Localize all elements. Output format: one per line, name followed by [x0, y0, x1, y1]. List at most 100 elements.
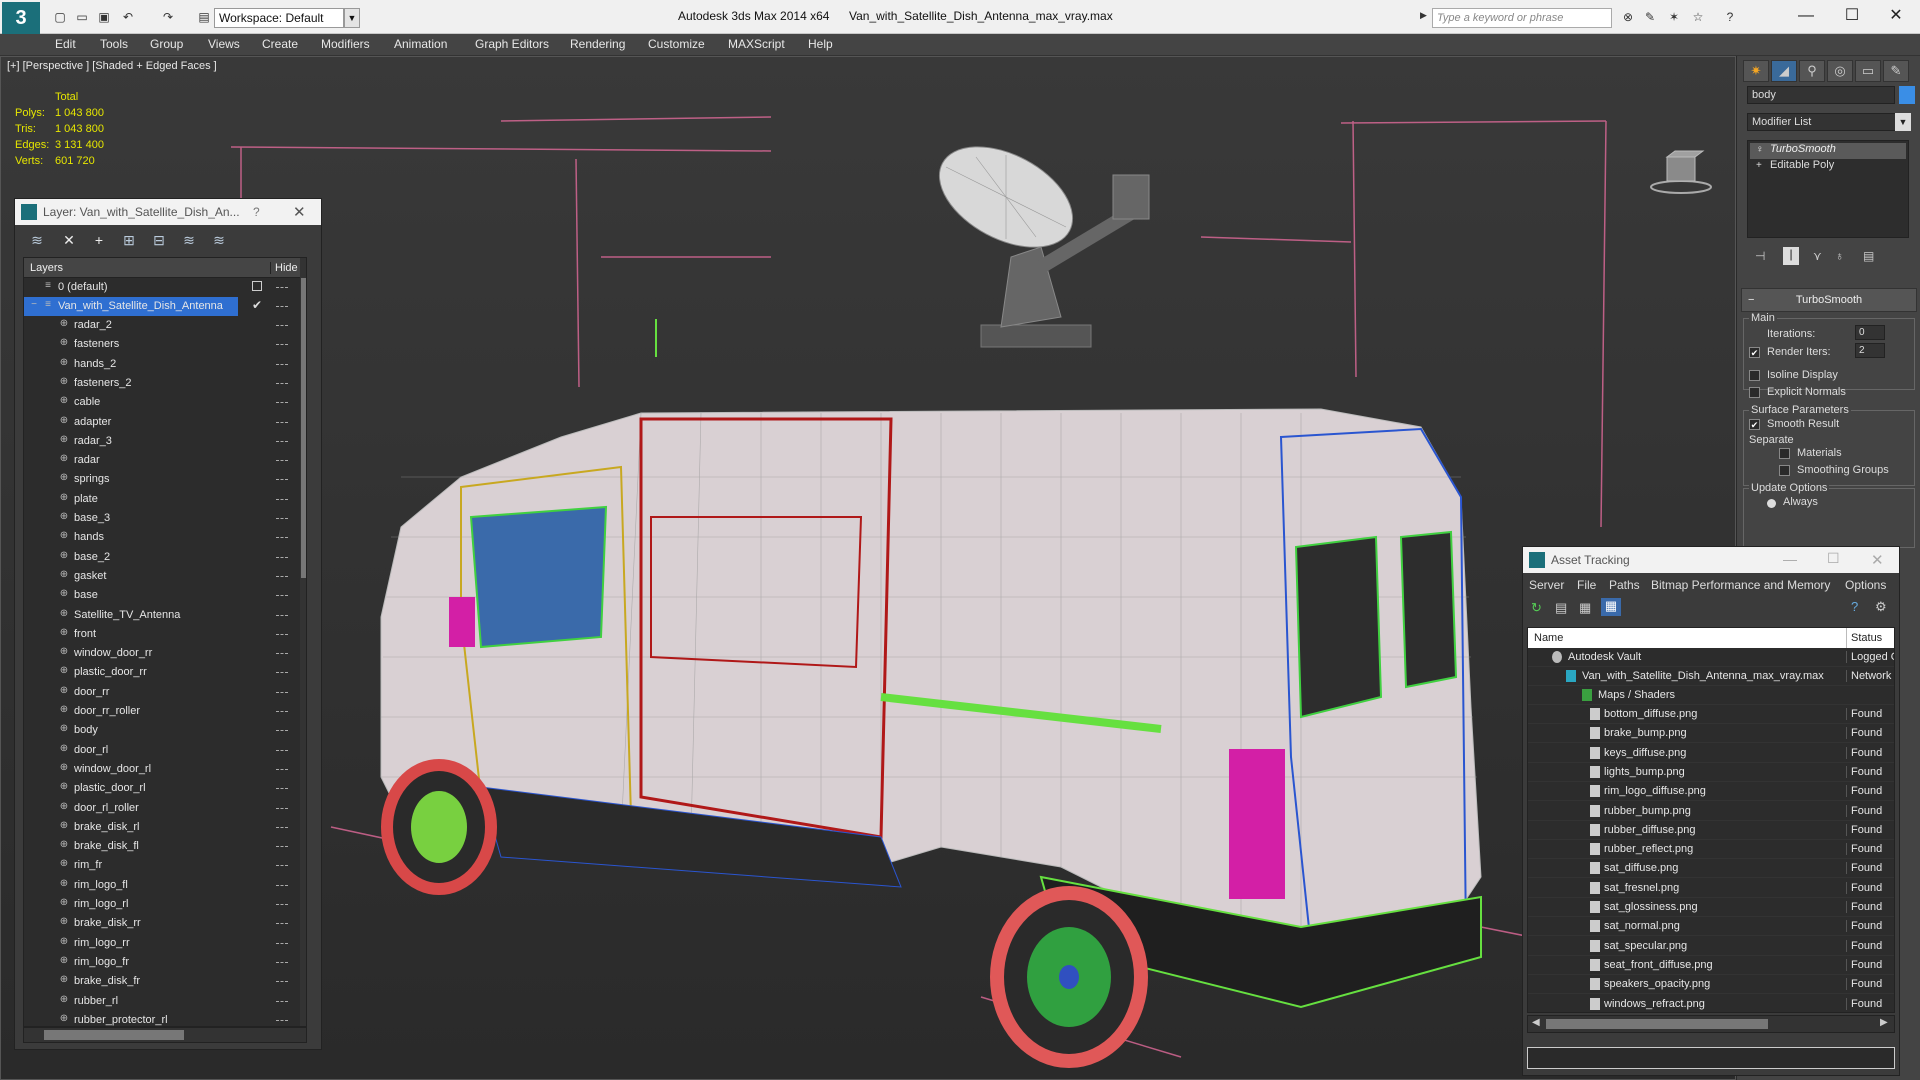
asset-menu-file[interactable]: File [1577, 578, 1596, 592]
scroll-left-icon[interactable]: ◀ [1532, 1017, 1540, 1028]
layer-object-row[interactable]: ⊕ door_rl_roller [24, 799, 294, 818]
close-icon[interactable]: ✕ [1871, 551, 1884, 569]
hide-toggle[interactable] [276, 306, 288, 307]
chevron-down-icon[interactable]: ▼ [1895, 113, 1911, 131]
undo-icon[interactable]: ↶ [120, 9, 136, 25]
hide-toggle[interactable] [276, 287, 288, 288]
hide-toggle[interactable] [276, 711, 288, 712]
iterations-spinner[interactable]: 0 [1855, 325, 1885, 340]
hide-toggle[interactable] [276, 942, 288, 944]
favorites-star-icon[interactable]: ☆ [1690, 9, 1706, 25]
layer-object-row[interactable]: ⊕ hands [24, 528, 294, 547]
hide-toggle[interactable] [276, 633, 288, 635]
menu-edit[interactable]: Edit [55, 37, 76, 51]
hide-toggle[interactable] [276, 402, 288, 404]
layer-object-row[interactable]: ⊕ window_door_rr [24, 644, 294, 663]
table-view-icon[interactable]: ▦ [1601, 598, 1621, 616]
highlight-layer-icon[interactable]: ⊟ [149, 230, 169, 250]
collapse-icon[interactable]: − [28, 299, 40, 311]
open-file-icon[interactable]: ▭ [74, 9, 90, 25]
settings-icon[interactable]: ⚙ [1875, 599, 1887, 615]
layer-list[interactable]: Layers Hide ≡ 0 (default) − ≡ Van_with_S… [23, 257, 307, 1027]
make-unique-icon[interactable]: ⋎ [1813, 249, 1822, 263]
menu-create[interactable]: Create [262, 37, 298, 51]
asset-row-maps[interactable]: Maps / Shaders [1528, 686, 1894, 705]
layer-object-row[interactable]: ⊕ fasteners_2 [24, 374, 294, 393]
stack-item-editable-poly[interactable]: + Editable Poly [1750, 159, 1906, 175]
layer-object-row[interactable]: ⊕ brake_disk_rr [24, 914, 294, 933]
refresh-icon[interactable]: ↻ [1531, 600, 1542, 616]
hide-toggle[interactable] [276, 961, 288, 963]
hide-toggle[interactable] [276, 923, 288, 925]
layer-object-row[interactable]: ⊕ rubber_rl [24, 992, 294, 1011]
asset-map-row[interactable]: bottom_diffuse.png Found [1528, 705, 1894, 724]
hide-toggle[interactable] [276, 440, 288, 442]
hide-toggle[interactable] [276, 1000, 288, 1002]
asset-map-row[interactable]: sat_normal.png Found [1528, 917, 1894, 937]
remove-modifier-icon[interactable]: ♁ [1835, 249, 1844, 263]
horizontal-scrollbar[interactable] [23, 1027, 307, 1043]
checkmark-icon[interactable]: ✔ [252, 298, 262, 312]
layer-object-row[interactable]: ⊕ door_rl [24, 741, 294, 760]
hide-toggle[interactable] [276, 653, 288, 655]
modify-tab-icon[interactable]: ◢ [1771, 60, 1797, 82]
expand-icon[interactable]: + [1756, 160, 1762, 171]
menu-help[interactable]: Help [808, 37, 833, 51]
layer-object-row[interactable]: ⊕ body [24, 721, 294, 740]
hide-toggle[interactable] [276, 749, 288, 751]
layer-object-row[interactable]: ⊕ rim_logo_rl [24, 895, 294, 914]
column-status[interactable]: Status [1846, 628, 1882, 648]
hide-all-layers-icon[interactable]: ≋ [179, 230, 199, 250]
maximize-icon[interactable]: ☐ [1832, 4, 1872, 28]
asset-row-file[interactable]: Van_with_Satellite_Dish_Antenna_max_vray… [1528, 667, 1894, 686]
menu-tools[interactable]: Tools [100, 37, 128, 51]
hide-toggle[interactable] [276, 518, 288, 519]
menu-animation[interactable]: Animation [394, 37, 447, 51]
layer-object-row[interactable]: ⊕ adapter [24, 413, 294, 432]
scroll-right-icon[interactable]: ▶ [1880, 1017, 1888, 1028]
asset-map-row[interactable]: seat_front_diffuse.png Found [1528, 956, 1894, 975]
stack-item-turbosmooth[interactable]: ♀ TurboSmooth [1750, 143, 1906, 159]
hide-toggle[interactable] [276, 884, 288, 886]
layer-panel-titlebar[interactable]: Layer: Van_with_Satellite_Dish_An... ? ✕ [15, 199, 321, 225]
menu-views[interactable]: Views [208, 37, 240, 51]
motion-tab-icon[interactable]: ◎ [1827, 60, 1853, 82]
layer-object-row[interactable]: ⊕ door_rr_roller [24, 702, 294, 721]
hide-toggle[interactable] [276, 479, 288, 481]
render-iters-checkbox[interactable]: ✔ [1749, 347, 1760, 358]
layer-object-row[interactable]: ⊕ radar [24, 451, 294, 470]
hide-toggle[interactable] [276, 556, 288, 558]
hide-toggle[interactable] [276, 691, 288, 693]
close-icon[interactable]: ✕ [293, 203, 306, 221]
add-layer-icon[interactable]: + [89, 230, 109, 250]
asset-map-row[interactable]: rubber_reflect.png Found [1528, 840, 1894, 860]
hide-toggle[interactable] [276, 788, 288, 790]
workspace-select[interactable]: Workspace: Default [214, 8, 344, 28]
menu-graph-editors[interactable]: Graph Editors [475, 37, 549, 51]
chevron-down-icon[interactable]: ▼ [344, 8, 360, 28]
select-layer-icon[interactable]: ⊞ [119, 230, 139, 250]
hide-toggle[interactable] [276, 498, 288, 500]
asset-menu-bitmap[interactable]: Bitmap Performance and Memory [1651, 578, 1830, 592]
layer-row-default[interactable]: ≡ 0 (default) [24, 278, 294, 297]
layer-object-row[interactable]: ⊕ radar_2 [24, 316, 294, 335]
modifier-stack[interactable]: ♀ TurboSmooth + Editable Poly [1747, 140, 1909, 238]
layer-object-row[interactable]: ⊕ window_door_rl [24, 760, 294, 779]
modifier-list-dropdown[interactable]: Modifier List [1747, 113, 1909, 131]
hide-toggle[interactable] [276, 807, 288, 809]
menu-modifiers[interactable]: Modifiers [321, 37, 370, 51]
layer-object-row[interactable]: ⊕ front [24, 625, 294, 644]
asset-tracking-titlebar[interactable]: Asset Tracking — ☐ ✕ [1523, 547, 1899, 573]
hierarchy-tab-icon[interactable]: ⚲ [1799, 60, 1825, 82]
layer-row-van[interactable]: − ≡ Van_with_Satellite_Dish_Antenna ✔ [24, 297, 294, 316]
asset-row-vault[interactable]: Autodesk Vault Logged Out [1528, 648, 1894, 667]
freeze-all-layers-icon[interactable]: ≋ [209, 230, 229, 250]
hide-toggle[interactable] [276, 846, 288, 848]
hide-toggle[interactable] [276, 537, 288, 539]
close-icon[interactable]: ✕ [1876, 4, 1916, 28]
hide-toggle[interactable] [276, 672, 288, 674]
turbosmooth-rollout[interactable]: − TurboSmooth [1741, 288, 1917, 312]
asset-map-row[interactable]: rubber_bump.png Found [1528, 802, 1894, 821]
hide-toggle[interactable] [276, 344, 288, 346]
search-input[interactable]: Type a keyword or phrase [1432, 8, 1612, 28]
